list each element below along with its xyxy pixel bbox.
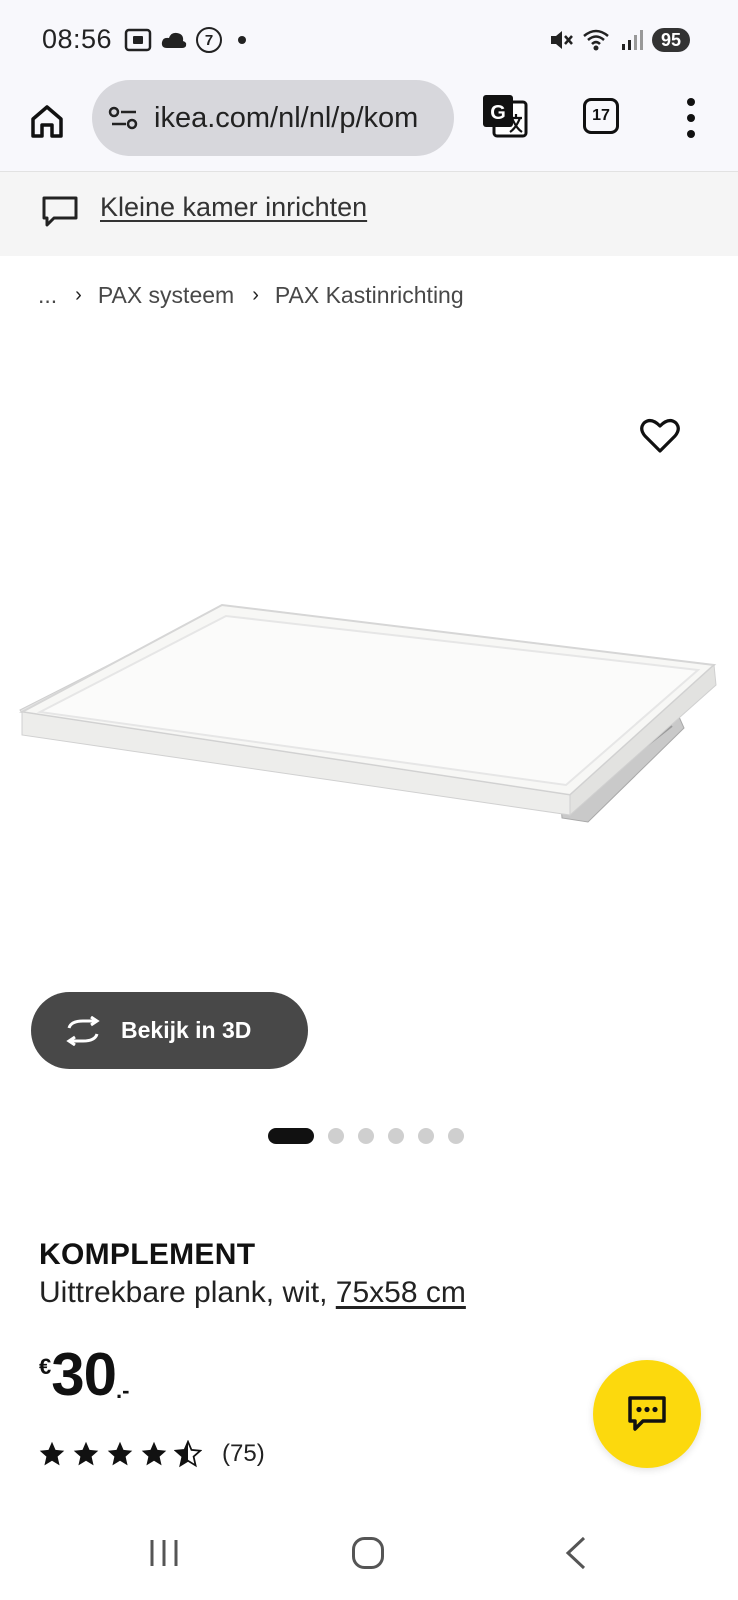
breadcrumb-ellipsis[interactable]: ...	[38, 282, 57, 309]
promo-banner: Kleine kamer inrichten	[0, 172, 738, 256]
carousel-dot-5[interactable]	[418, 1128, 434, 1144]
status-right-icons: 95	[548, 24, 690, 56]
breadcrumb-item-pax-kastinrichting[interactable]: PAX Kastinrichting	[275, 282, 464, 309]
signal-icon	[621, 30, 643, 50]
price-currency: €	[39, 1354, 52, 1379]
rotate-3d-icon	[66, 1015, 100, 1046]
chat-assistant-button[interactable]	[593, 1360, 701, 1468]
product-description: Uittrekbare plank, wit, 75x58 cm	[39, 1276, 466, 1310]
carousel-dot-3[interactable]	[358, 1128, 374, 1144]
tab-switcher-button[interactable]: 17	[583, 98, 619, 134]
notification-count-icon: 7	[196, 27, 222, 53]
product-description-text: Uittrekbare plank, wit,	[39, 1276, 336, 1309]
notification-count: 7	[204, 31, 214, 49]
carousel-indicator	[268, 1128, 464, 1144]
tab-count: 17	[592, 107, 610, 124]
menu-dot-icon	[687, 98, 695, 106]
chevron-right-icon: ›	[252, 284, 259, 306]
chat-icon	[628, 1396, 666, 1431]
product-image[interactable]	[0, 560, 738, 980]
menu-dot-icon	[687, 114, 695, 122]
star-full-icon	[73, 1441, 99, 1466]
price-decimal: .-	[116, 1378, 130, 1403]
browser-toolbar: ikea.com/nl/nl/p/kom G 17	[0, 80, 738, 172]
url-text: ikea.com/nl/nl/p/kom	[154, 101, 419, 134]
view-3d-label: Bekijk in 3D	[121, 1017, 252, 1043]
carousel-dot-2[interactable]	[328, 1128, 344, 1144]
site-settings-icon	[108, 106, 138, 130]
mute-icon	[550, 31, 573, 49]
carousel-dot-6[interactable]	[448, 1128, 464, 1144]
product-size-link[interactable]: 75x58 cm	[336, 1276, 466, 1309]
status-time: 08:56	[42, 24, 113, 54]
screenshot-icon	[124, 28, 152, 52]
view-3d-button[interactable]: Bekijk in 3D	[31, 992, 308, 1069]
chat-bubble-icon	[42, 196, 78, 227]
home-nav-icon[interactable]	[351, 1536, 385, 1570]
heart-icon	[640, 419, 680, 453]
banner-link[interactable]: Kleine kamer inrichten	[100, 192, 367, 223]
more-notifications-dot-icon	[238, 36, 246, 44]
review-count: (75)	[222, 1440, 265, 1467]
pull-out-shelf-image	[18, 603, 717, 823]
carousel-dot-4[interactable]	[388, 1128, 404, 1144]
home-button[interactable]	[24, 98, 70, 144]
home-icon	[31, 105, 63, 138]
wifi-icon	[583, 29, 609, 51]
chevron-right-icon: ›	[75, 284, 82, 306]
translate-button[interactable]: G	[480, 92, 530, 142]
menu-dot-icon	[687, 130, 695, 138]
cloud-icon	[161, 32, 187, 48]
status-bar: 08:56 7 95	[0, 0, 738, 80]
star-half-icon	[174, 1440, 202, 1468]
star-full-icon	[107, 1441, 133, 1466]
svg-text:G: G	[490, 102, 506, 124]
back-icon[interactable]	[564, 1536, 588, 1570]
breadcrumb-item-pax-systeem[interactable]: PAX systeem	[98, 282, 234, 309]
product-name: KOMPLEMENT	[39, 1238, 256, 1271]
more-menu-button[interactable]	[676, 96, 706, 140]
translate-icon: G	[483, 95, 528, 138]
carousel-dot-1[interactable]	[268, 1128, 314, 1144]
battery-icon: 95	[651, 28, 690, 52]
system-navigation-bar	[0, 1508, 738, 1600]
status-left-icons: 7	[124, 24, 246, 56]
product-rating[interactable]: (75)	[38, 1440, 265, 1468]
star-full-icon	[39, 1441, 65, 1466]
price-integer: 30	[51, 1341, 117, 1408]
breadcrumb: ... › PAX systeem › PAX Kastinrichting	[38, 282, 464, 309]
star-full-icon	[141, 1441, 167, 1466]
favorite-button[interactable]	[640, 418, 680, 456]
product-price: € 30 .-	[39, 1344, 129, 1406]
recent-apps-icon[interactable]	[148, 1538, 180, 1568]
url-bar[interactable]: ikea.com/nl/nl/p/kom	[92, 80, 454, 156]
